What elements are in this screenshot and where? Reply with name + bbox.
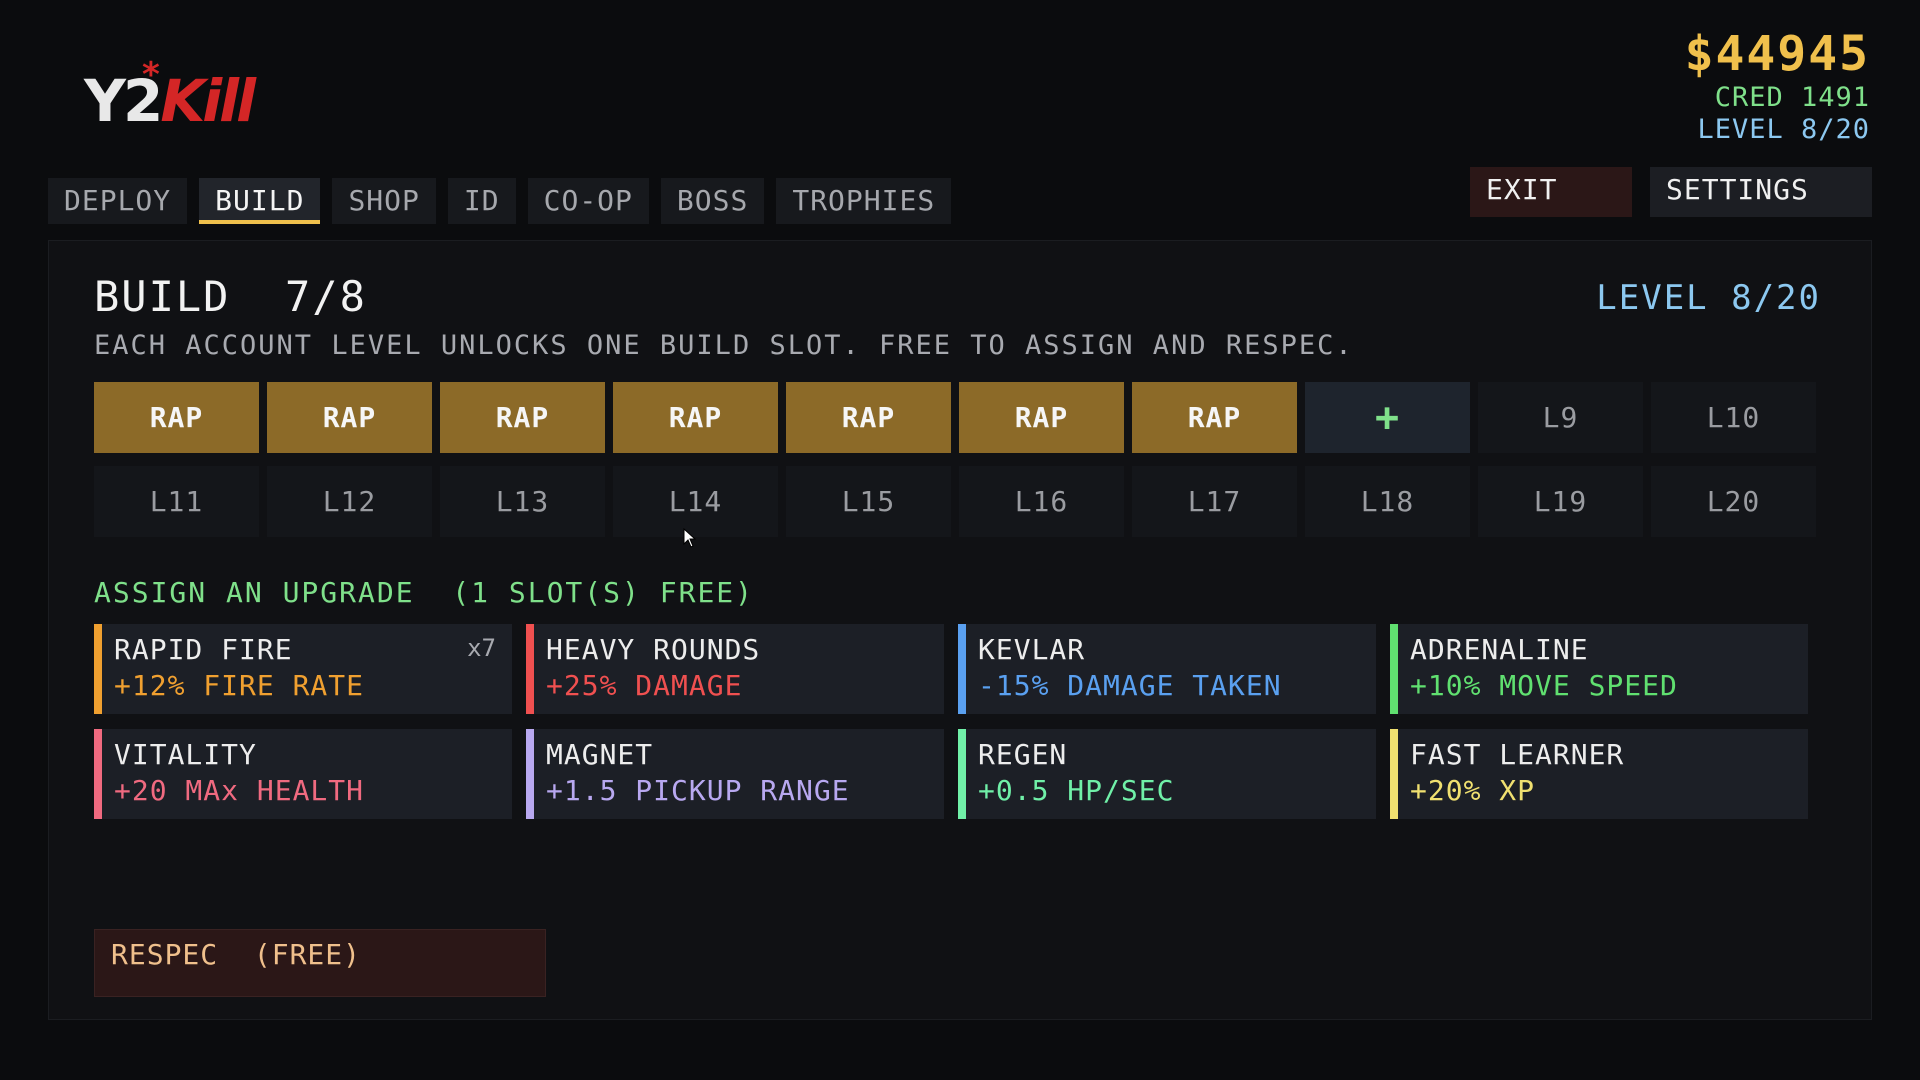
account-level: LEVEL 8/20 bbox=[1697, 114, 1870, 145]
upgrade-card[interactable]: KEVLAR -15% DAMAGE TAKEN bbox=[958, 624, 1376, 714]
tab-boss[interactable]: BOSS bbox=[660, 178, 765, 224]
build-slot-locked: L20 bbox=[1651, 466, 1816, 537]
build-slot-filled[interactable]: RAP bbox=[786, 382, 951, 453]
upgrade-description: -15% DAMAGE TAKEN bbox=[978, 669, 1282, 702]
settings-button[interactable]: SETTINGS bbox=[1650, 167, 1872, 217]
assign-upgrade-label: ASSIGN AN UPGRADE (1 SLOT(S) FREE) bbox=[94, 576, 755, 609]
add-slot-button[interactable]: + bbox=[1305, 382, 1470, 453]
build-slot-locked: L14 bbox=[613, 466, 778, 537]
upgrade-description: +20% XP bbox=[1410, 774, 1536, 807]
upgrade-card[interactable]: FAST LEARNER +20% XP bbox=[1390, 729, 1808, 819]
upgrade-description: +1.5 PICKUP RANGE bbox=[546, 774, 850, 807]
build-slot-filled[interactable]: RAP bbox=[613, 382, 778, 453]
tab-deploy[interactable]: DEPLOY bbox=[48, 178, 188, 224]
build-slot-filled[interactable]: RAP bbox=[440, 382, 605, 453]
upgrade-card[interactable]: VITALITY +20 MAx HEALTH bbox=[94, 729, 512, 819]
build-slot-locked: L16 bbox=[959, 466, 1124, 537]
upgrade-name: RAPID FIRE bbox=[114, 633, 293, 666]
upgrade-name: KEVLAR bbox=[978, 633, 1086, 666]
mouse-cursor-icon bbox=[683, 528, 697, 548]
build-slot-filled[interactable]: RAP bbox=[94, 382, 259, 453]
exit-button[interactable]: EXIT bbox=[1470, 167, 1632, 217]
build-slot-locked: L19 bbox=[1478, 466, 1643, 537]
upgrade-name: HEAVY ROUNDS bbox=[546, 633, 761, 666]
tab-trophies[interactable]: TROPHIES bbox=[776, 178, 952, 224]
upgrade-description: +12% FIRE RATE bbox=[114, 669, 365, 702]
upgrade-card[interactable]: REGEN +0.5 HP/SEC bbox=[958, 729, 1376, 819]
respec-button[interactable]: RESPEC (FREE) bbox=[94, 929, 546, 997]
build-slot-locked: L13 bbox=[440, 466, 605, 537]
cred-counter: CRED 1491 bbox=[1714, 82, 1870, 113]
upgrade-card[interactable]: HEAVY ROUNDS +25% DAMAGE bbox=[526, 624, 944, 714]
game-logo: Y2Kill * bbox=[84, 55, 256, 135]
build-slot-locked: L17 bbox=[1132, 466, 1297, 537]
upgrade-description: +0.5 HP/SEC bbox=[978, 774, 1175, 807]
build-slot-filled[interactable]: RAP bbox=[267, 382, 432, 453]
build-slot-locked: L15 bbox=[786, 466, 951, 537]
build-slot-locked: L9 bbox=[1478, 382, 1643, 453]
upgrade-count: x7 bbox=[467, 634, 496, 662]
hud-stats: $44945 CRED 1491 LEVEL 8/20 bbox=[1685, 26, 1870, 146]
build-slot-locked: L18 bbox=[1305, 466, 1470, 537]
upgrade-card[interactable]: ADRENALINE +10% MOVE SPEED bbox=[1390, 624, 1808, 714]
build-level: LEVEL 8/20 bbox=[1596, 278, 1821, 318]
upgrade-name: MAGNET bbox=[546, 738, 654, 771]
upgrade-description: +20 MAx HEALTH bbox=[114, 774, 365, 807]
upgrade-description: +25% DAMAGE bbox=[546, 669, 743, 702]
tab-co-op[interactable]: CO-OP bbox=[527, 178, 649, 224]
build-slot-grid: RAP RAP RAP RAP RAP RAP RAP + L9 L10 L11 L12 L13 L14 L… bbox=[94, 382, 1816, 537]
upgrade-card[interactable]: RAPID FIRE +12% FIRE RATE x7 bbox=[94, 624, 512, 714]
tab-id[interactable]: ID bbox=[447, 178, 516, 224]
upgrade-name: FAST LEARNER bbox=[1410, 738, 1625, 771]
build-slot-locked: L11 bbox=[94, 466, 259, 537]
build-title: BUILD 7/8 bbox=[94, 272, 367, 321]
tab-shop[interactable]: SHOP bbox=[332, 178, 436, 224]
upgrade-name: ADRENALINE bbox=[1410, 633, 1589, 666]
build-slot-locked: L12 bbox=[267, 466, 432, 537]
tab-build[interactable]: BUILD bbox=[199, 178, 321, 224]
upgrade-name: REGEN bbox=[978, 738, 1068, 771]
build-slot-filled[interactable]: RAP bbox=[959, 382, 1124, 453]
build-subtitle: EACH ACCOUNT LEVEL UNLOCKS ONE BUILD SLO… bbox=[94, 330, 1354, 361]
money-counter: $44945 bbox=[1684, 26, 1870, 82]
upgrade-name: VITALITY bbox=[114, 738, 257, 771]
upgrade-card[interactable]: MAGNET +1.5 PICKUP RANGE bbox=[526, 729, 944, 819]
build-slot-locked: L10 bbox=[1651, 382, 1816, 453]
build-slot-filled[interactable]: RAP bbox=[1132, 382, 1297, 453]
main-tabs: DEPLOY BUILD SHOP ID CO-OP BOSS TROPHIES bbox=[48, 178, 952, 224]
upgrade-description: +10% MOVE SPEED bbox=[1410, 669, 1678, 702]
upgrade-grid: RAPID FIRE +12% FIRE RATE x7 HEAVY ROUNDS +2… bbox=[94, 624, 1808, 819]
